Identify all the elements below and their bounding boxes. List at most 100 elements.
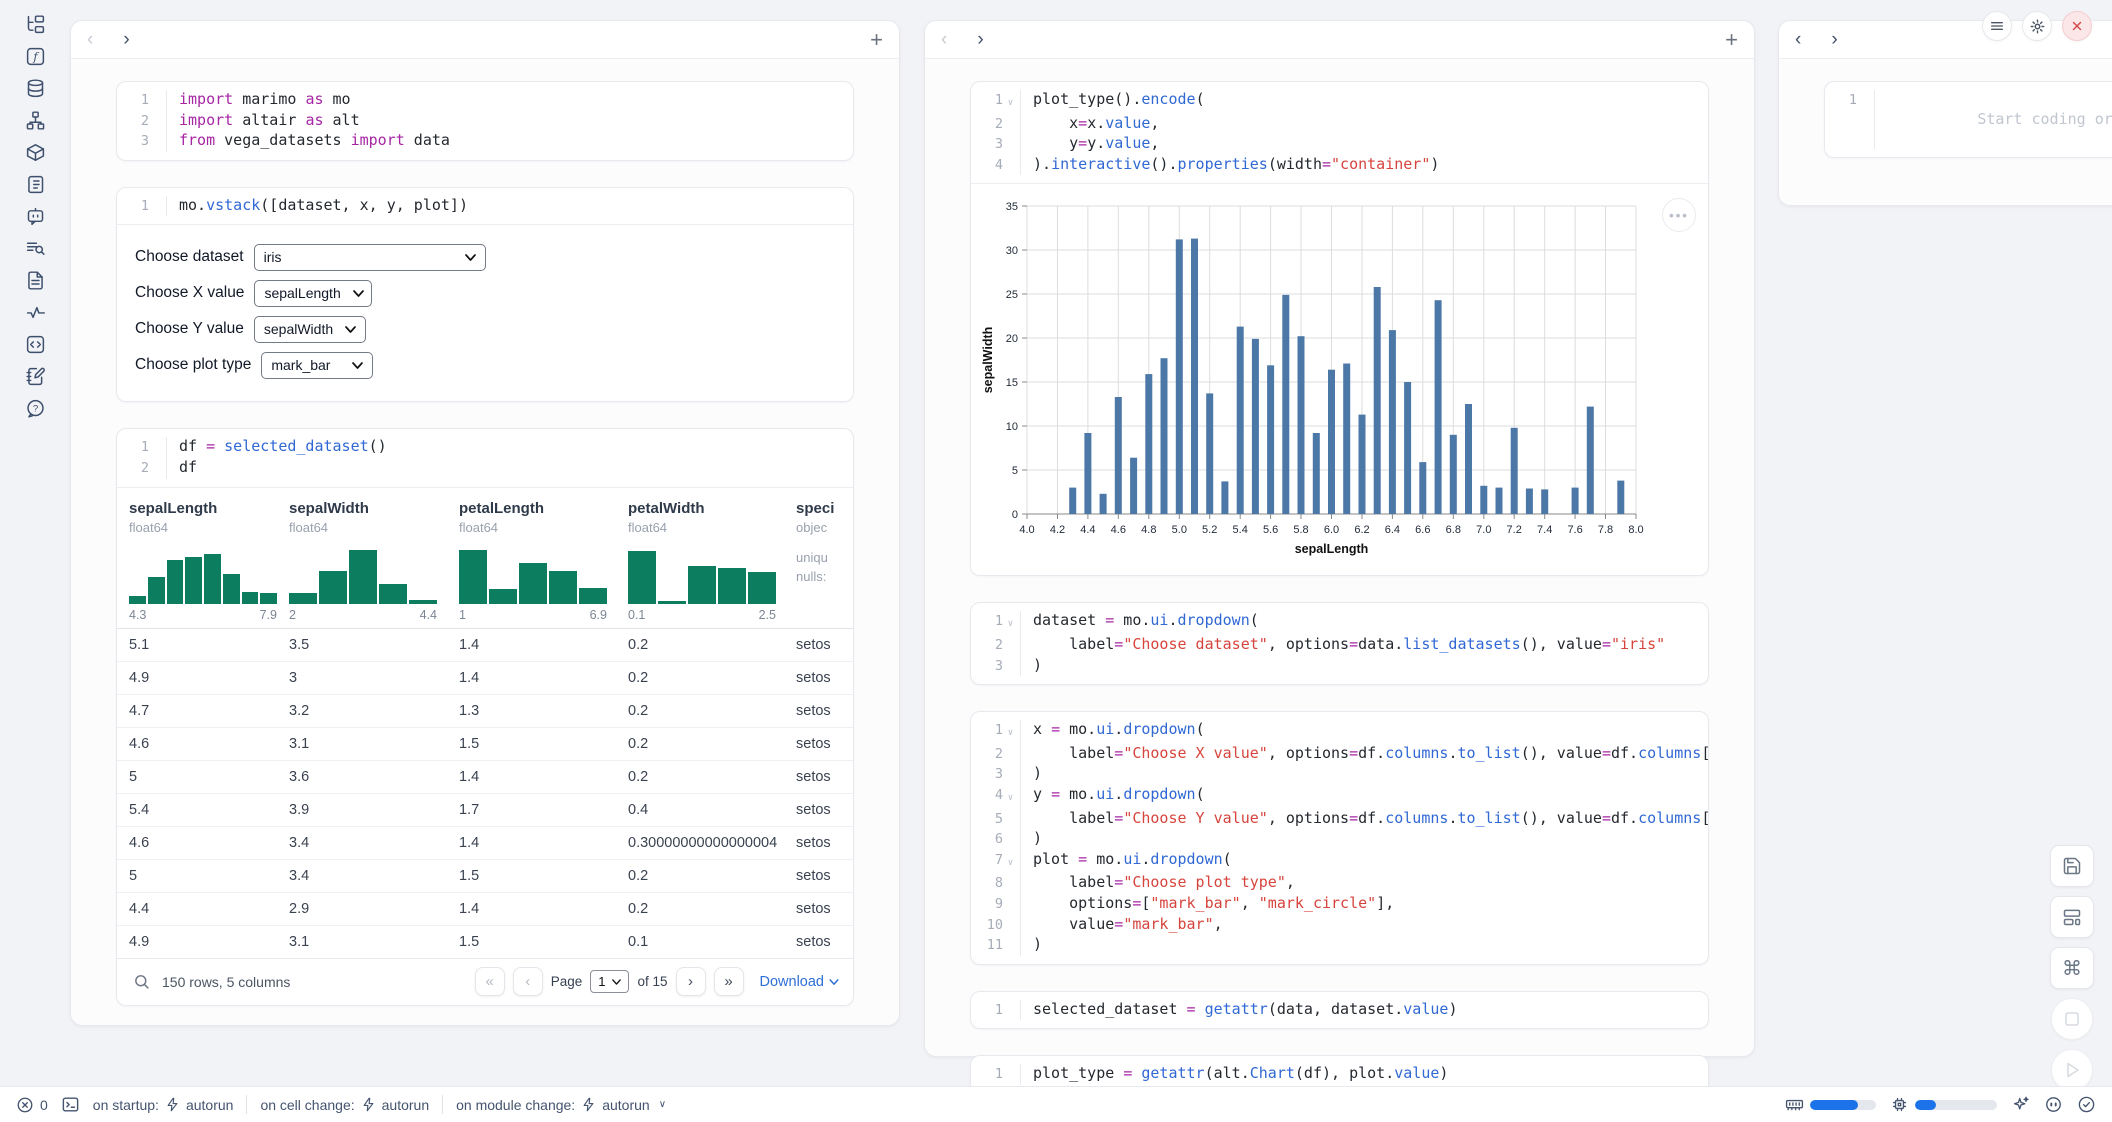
page-label: Page <box>551 974 583 989</box>
documentation-icon[interactable] <box>13 264 57 296</box>
table-row[interactable]: 53.61.40.2setos <box>117 760 853 793</box>
code-editor[interactable]: 1selected_dataset = getattr(data, datase… <box>971 992 1708 1029</box>
dropdown-select[interactable]: sepalWidth <box>254 316 366 343</box>
settings-gear-icon[interactable] <box>2022 11 2052 41</box>
fold-chevron-icon[interactable]: ∨ <box>1003 611 1018 635</box>
column-next-icon[interactable]: › <box>977 29 983 51</box>
table-row[interactable]: 4.93.11.50.1setos <box>117 925 853 958</box>
sidebar: f? <box>0 8 70 424</box>
search-icon[interactable] <box>133 973 150 990</box>
tracing-icon[interactable] <box>13 296 57 328</box>
line-number: 3 <box>971 134 1003 155</box>
run-all-icon[interactable] <box>2051 1049 2093 1091</box>
table-cell: 0.1 <box>628 934 796 950</box>
file-tree-icon[interactable] <box>13 8 57 40</box>
autorun-settings: on startup:autorun on cell change:autorun… <box>93 1095 666 1114</box>
dependency-graph-icon[interactable] <box>13 104 57 136</box>
altair-bar-chart[interactable]: 4.04.24.44.64.85.05.25.45.65.86.06.26.46… <box>979 196 1704 573</box>
column-histogram <box>289 544 437 604</box>
column-next-icon[interactable]: › <box>123 29 129 51</box>
data-sources-icon[interactable] <box>13 72 57 104</box>
code-editor[interactable]: 1mo.vstack([dataset, x, y, plot]) <box>117 188 853 225</box>
table-row[interactable]: 4.63.11.50.2setos <box>117 727 853 760</box>
svg-text:4.0: 4.0 <box>1019 524 1034 536</box>
table-column-header[interactable]: petalLengthfloat6416.9 <box>459 500 628 628</box>
dropdown-select[interactable]: iris <box>254 244 486 271</box>
table-row[interactable]: 5.13.51.40.2setos <box>117 628 853 661</box>
code-editor[interactable]: 1∨plot_type().encode(2 x=x.value,3 y=y.v… <box>971 82 1708 183</box>
menu-icon[interactable] <box>1982 11 2012 41</box>
stop-icon[interactable] <box>2051 998 2093 1040</box>
table-row[interactable]: 4.73.21.30.2setos <box>117 694 853 727</box>
page-select[interactable]: 1 <box>590 970 629 993</box>
control-row: Choose X valuesepalLength <box>135 275 853 311</box>
packages-icon[interactable] <box>13 136 57 168</box>
command-shortcuts-icon[interactable]: ⌘ <box>2050 947 2094 989</box>
logs-icon[interactable] <box>13 168 57 200</box>
scratchpad-icon[interactable] <box>13 360 57 392</box>
last-page-button[interactable]: » <box>714 967 744 996</box>
connection-status-icon[interactable] <box>2077 1095 2096 1114</box>
autorun-segment[interactable]: on startup:autorun <box>93 1097 234 1113</box>
column-histogram <box>129 544 277 604</box>
first-page-button[interactable]: « <box>475 967 505 996</box>
table-cell: setos <box>796 703 853 719</box>
next-page-button[interactable]: › <box>676 967 706 996</box>
fold-chevron-icon[interactable]: ∨ <box>1003 90 1018 114</box>
column-prev-icon[interactable]: ‹ <box>941 29 947 51</box>
line-number: 5 <box>971 809 1003 830</box>
ai-chat-icon[interactable] <box>13 200 57 232</box>
line-number: 1 <box>1825 90 1857 149</box>
table-column-header[interactable]: petalWidthfloat640.12.5 <box>628 500 796 628</box>
code-editor[interactable]: 1 Start coding or generate with <box>1825 82 2112 157</box>
copilot-icon[interactable] <box>2044 1095 2063 1114</box>
code-icon[interactable] <box>13 328 57 360</box>
dropdown-select[interactable]: sepalLength <box>254 280 372 307</box>
error-count[interactable]: 0 <box>16 1096 48 1114</box>
code-editor[interactable]: 1df = selected_dataset()2df <box>117 429 853 486</box>
close-icon[interactable] <box>2062 11 2092 41</box>
table-row[interactable]: 4.63.41.40.30000000000000004setos <box>117 826 853 859</box>
prev-page-button[interactable]: ‹ <box>513 967 543 996</box>
table-row[interactable]: 53.41.50.2setos <box>117 859 853 892</box>
table-row[interactable]: 4.931.40.2setos <box>117 661 853 694</box>
add-cell-icon[interactable]: + <box>1725 27 1738 53</box>
column-prev-icon[interactable]: ‹ <box>87 29 93 51</box>
table-cell: 1.7 <box>459 802 628 818</box>
help-icon[interactable]: ? <box>13 392 57 424</box>
snippets-icon[interactable] <box>13 232 57 264</box>
column-prev-icon[interactable]: ‹ <box>1795 29 1801 51</box>
code-editor[interactable]: 1import marimo as mo2import altair as al… <box>117 82 853 160</box>
table-cell: setos <box>796 835 853 851</box>
layout-panels-icon[interactable] <box>2050 896 2094 938</box>
functions-icon[interactable]: f <box>13 40 57 72</box>
svg-text:7.2: 7.2 <box>1507 524 1522 536</box>
cpu-usage <box>1890 1095 1997 1114</box>
add-cell-icon[interactable]: + <box>870 27 883 53</box>
download-link[interactable]: Download <box>760 974 840 990</box>
fold-chevron-icon[interactable]: ∨ <box>1003 720 1018 744</box>
svg-text:30: 30 <box>1006 245 1018 257</box>
chart-output: 4.04.24.44.64.85.05.25.45.65.86.06.26.46… <box>971 183 1708 575</box>
histogram-range: 4.37.9 <box>129 608 277 622</box>
fold-chevron-icon[interactable]: ∨ <box>1003 785 1018 809</box>
table-row[interactable]: 4.42.91.40.2setos <box>117 892 853 925</box>
save-icon[interactable] <box>2050 845 2094 887</box>
dropdown-select[interactable]: mark_bar <box>261 352 373 379</box>
column-next-icon[interactable]: › <box>1831 29 1837 51</box>
fold-chevron-icon[interactable]: ∨ <box>1003 850 1018 874</box>
ai-sparkles-icon[interactable] <box>2011 1095 2030 1114</box>
code-editor[interactable]: 1∨x = mo.ui.dropdown(2 label="Choose X v… <box>971 712 1708 964</box>
table-row[interactable]: 5.43.91.70.4setos <box>117 793 853 826</box>
line-number: 1 <box>117 90 149 111</box>
error-count-value: 0 <box>40 1097 48 1113</box>
pagination: «‹Page1of 15›»Download <box>475 967 839 996</box>
table-column-header[interactable]: sepalLengthfloat644.37.9 <box>129 500 289 628</box>
table-column-header[interactable]: sepalWidthfloat6424.4 <box>289 500 459 628</box>
autorun-segment[interactable]: on cell change:autorun <box>260 1097 429 1113</box>
autorun-segment[interactable]: on module change:autorun∨ <box>456 1097 666 1113</box>
table-column-header[interactable]: speciobjecuniqunulls: <box>796 500 853 628</box>
code-editor[interactable]: 1∨dataset = mo.ui.dropdown(2 label="Choo… <box>971 603 1708 684</box>
table-cell: 1.4 <box>459 670 628 686</box>
terminal-icon[interactable] <box>61 1095 80 1114</box>
